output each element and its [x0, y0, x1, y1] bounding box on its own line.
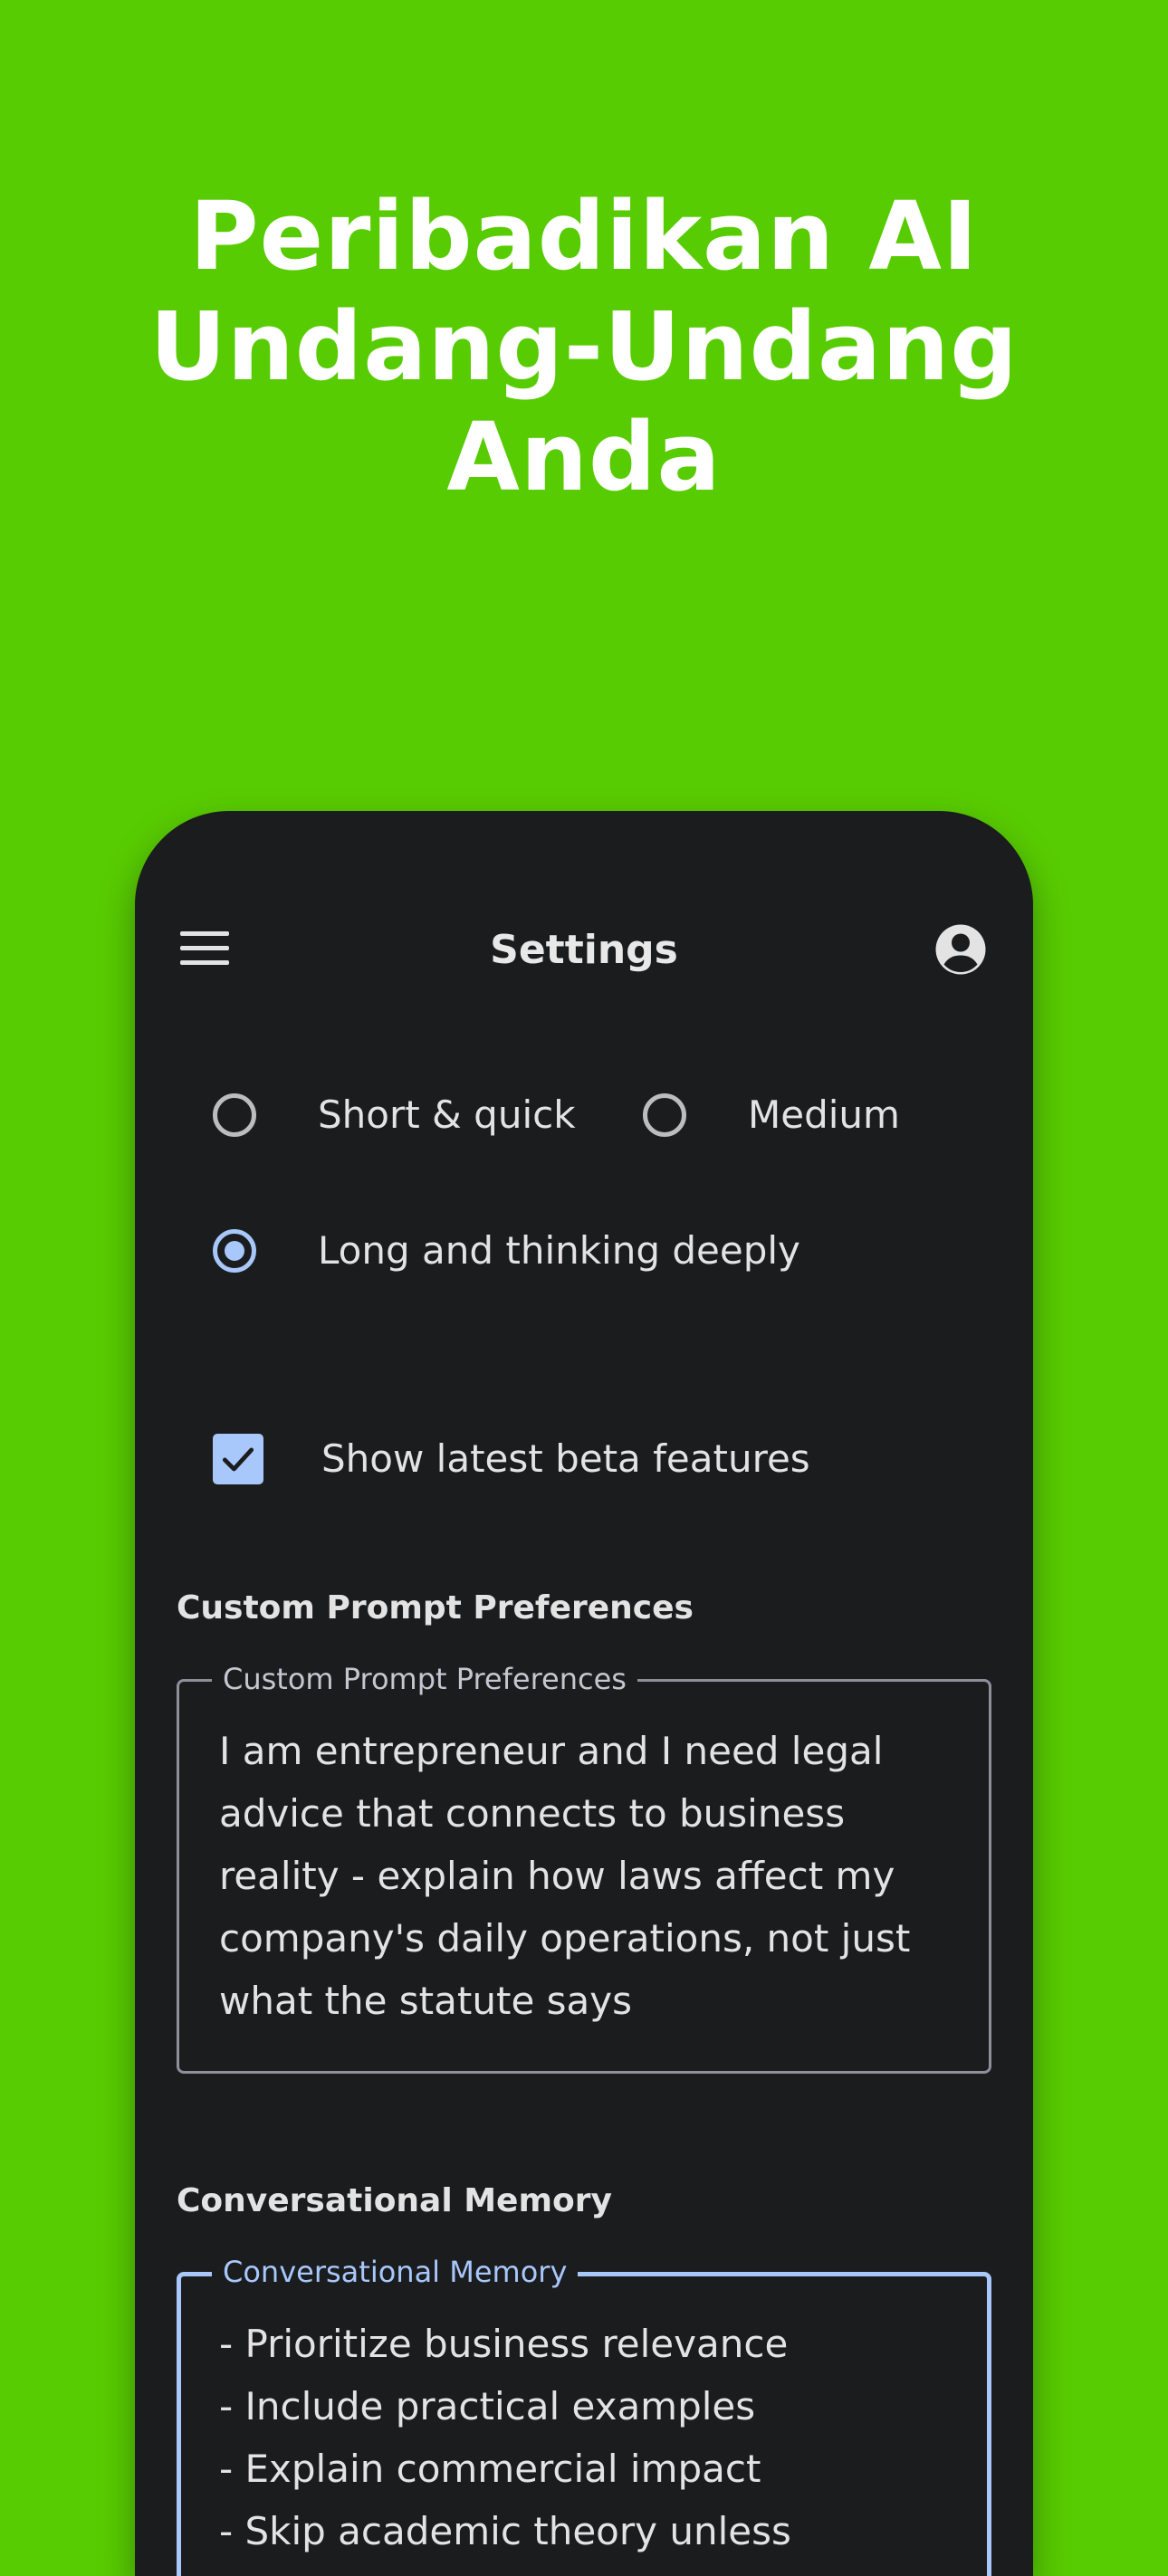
headline-line-1: Peribadikan AI	[189, 181, 979, 291]
radio-short-quick[interactable]: Short & quick	[213, 1079, 576, 1151]
radio-label: Medium	[748, 1092, 900, 1137]
radio-long-thinking[interactable]: Long and thinking deeply	[213, 1215, 800, 1287]
headline-line-2: Undang-Undang	[149, 291, 1019, 402]
memory-section-title: Conversational Memory	[177, 2182, 612, 2219]
radio-medium[interactable]: Medium	[643, 1079, 900, 1151]
radio-button[interactable]	[213, 1093, 256, 1137]
check-icon	[222, 1447, 254, 1472]
radio-label: Long and thinking deeply	[318, 1228, 800, 1273]
checkbox[interactable]	[213, 1434, 263, 1484]
radio-label: Short & quick	[318, 1092, 576, 1137]
custom-prompt-section-title: Custom Prompt Preferences	[177, 1589, 694, 1627]
checkbox-label: Show latest beta features	[321, 1436, 810, 1481]
field-label: Custom Prompt Preferences	[212, 1658, 637, 1700]
beta-features-checkbox-row[interactable]: Show latest beta features	[213, 1423, 810, 1495]
radio-button-selected[interactable]	[213, 1229, 256, 1273]
headline: Peribadikan AI Undang-Undang Anda	[0, 181, 1168, 512]
conversational-memory-text[interactable]: - Prioritize business relevance - Includ…	[219, 2313, 962, 2562]
headline-line-3: Anda	[446, 402, 722, 512]
custom-prompt-text[interactable]: I am entrepreneur and I need legal advic…	[219, 1720, 962, 2032]
custom-prompt-field[interactable]: Custom Prompt Preferences I am entrepren…	[177, 1658, 991, 2074]
field-label: Conversational Memory	[212, 2251, 579, 2293]
account-circle-icon[interactable]	[933, 922, 988, 977]
app-bar: Settings	[135, 911, 1033, 992]
phone-screen: Settings Short & quick Medium Long and t…	[135, 811, 1033, 2576]
radio-button[interactable]	[643, 1093, 686, 1137]
page-title: Settings	[490, 927, 678, 973]
